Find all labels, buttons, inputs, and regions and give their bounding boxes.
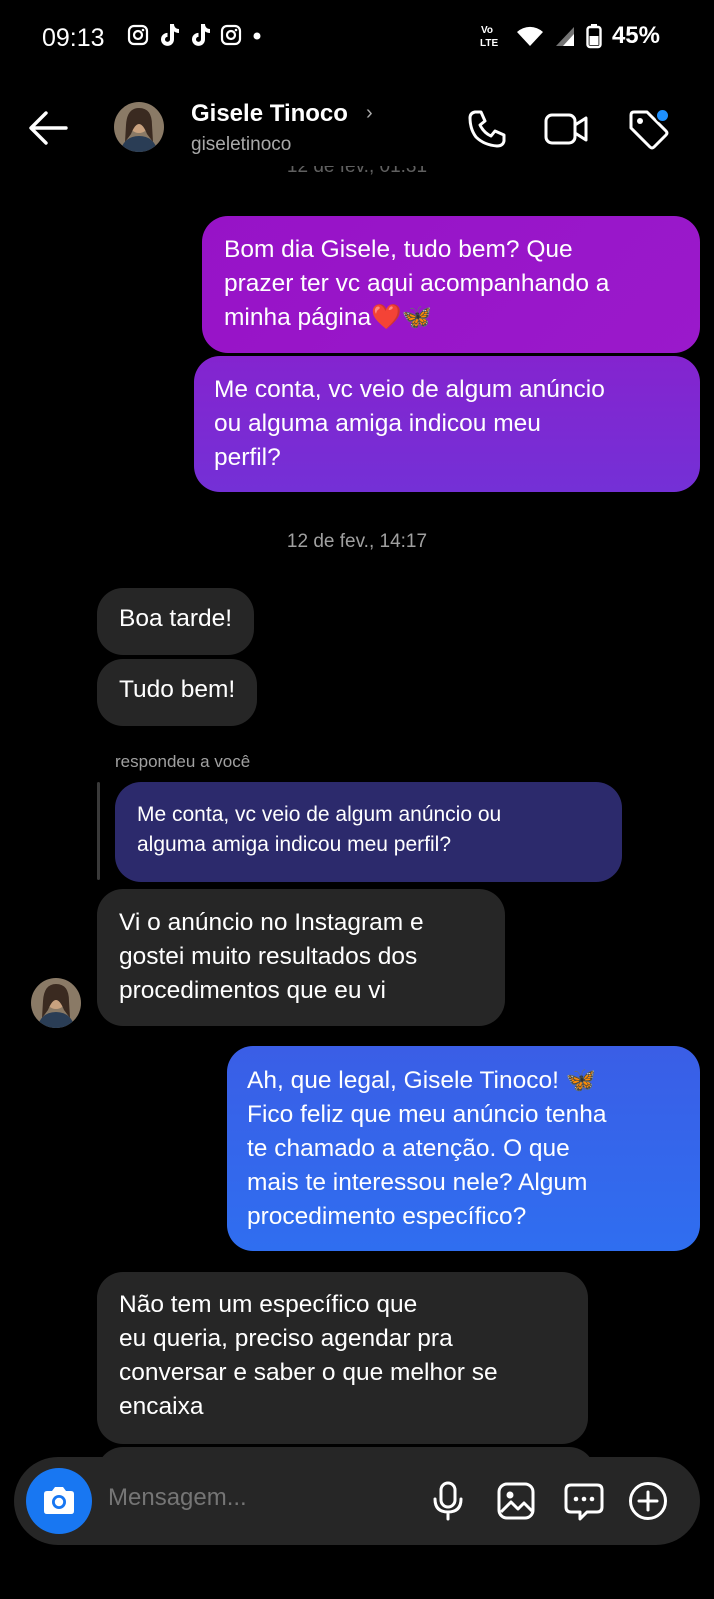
message-line: eu queria, preciso agendar pra xyxy=(119,1325,453,1352)
instagram-icon xyxy=(220,24,242,46)
message-line: Ah, que legal, Gisele Tinoco! 🦋 xyxy=(247,1067,597,1094)
status-right: Vo LTE 45% xyxy=(480,22,660,50)
message-line: mais te interessou nele? Algum xyxy=(247,1169,588,1196)
message-line: gostei muito resultados dos xyxy=(119,943,418,970)
message-line: procedimentos que eu vi xyxy=(119,977,386,1004)
wifi-icon xyxy=(516,26,543,46)
message-line: encaixa xyxy=(119,1393,204,1420)
message-line: Me conta, vc veio de algum anúncio xyxy=(214,376,605,403)
notification-dot xyxy=(655,108,670,123)
chat-header: Gisele Tinoco › giseletinoco xyxy=(0,86,714,172)
arrow-left-icon xyxy=(29,111,68,145)
message-line: prazer ter vc aqui acompanhando a xyxy=(224,270,610,297)
timestamp: 12 de fev., 14:17 xyxy=(286,531,428,552)
microphone-button[interactable] xyxy=(426,1479,470,1523)
message-line: Vi o anúncio no Instagram e xyxy=(119,909,424,936)
image-icon xyxy=(497,1482,535,1520)
tiktok-icon xyxy=(192,24,210,46)
message-input[interactable] xyxy=(106,1483,410,1513)
status-bar: 09:13 Vo LTE 45% xyxy=(0,0,714,80)
svg-text:Vo: Vo xyxy=(481,25,493,36)
incoming-message[interactable]: Boa tarde! xyxy=(97,588,255,655)
message-line: Boa tarde! xyxy=(119,605,233,632)
video-icon xyxy=(544,113,588,145)
sticker-chat-icon xyxy=(564,1483,604,1521)
contact-handle[interactable]: giseletinoco xyxy=(191,134,291,156)
replied-label: respondeu a você xyxy=(115,752,251,771)
microphone-icon xyxy=(433,1481,463,1521)
outgoing-message[interactable]: Bom dia Gisele, tudo bem? Que prazer ter… xyxy=(202,216,700,353)
sticker-button[interactable] xyxy=(562,1479,606,1523)
message-line: minha página❤️🦋 xyxy=(224,304,433,331)
back-button[interactable] xyxy=(26,108,70,148)
outgoing-message[interactable]: Me conta, vc veio de algum anúncio ou al… xyxy=(194,356,700,492)
quoted-line: alguma amiga indicou meu perfil? xyxy=(137,833,452,856)
signal-icon xyxy=(555,27,574,46)
message-line: procedimento específico? xyxy=(247,1203,527,1230)
message-line: Bom dia Gisele, tudo bem? Que xyxy=(224,236,573,263)
message-composer xyxy=(14,1457,700,1545)
instagram-icon xyxy=(127,24,149,46)
battery-percent: 45% xyxy=(611,22,660,49)
status-time: 09:13 xyxy=(42,24,105,52)
volte-icon: Vo LTE xyxy=(480,25,498,49)
label-button[interactable] xyxy=(624,106,672,152)
phone-icon xyxy=(468,110,506,148)
sender-avatar[interactable] xyxy=(31,978,81,1028)
incoming-message[interactable]: Tudo bem! xyxy=(97,659,258,726)
message-line: ou alguma amiga indicou meu xyxy=(214,410,541,437)
tiktok-icon xyxy=(161,24,179,46)
incoming-message[interactable]: Não tem um específico que eu queria, pre… xyxy=(97,1272,588,1444)
camera-icon xyxy=(44,1487,74,1514)
chevron-right-icon[interactable]: › xyxy=(366,102,373,125)
partial-timestamp: 12 de fev., 01:31 xyxy=(286,166,428,177)
more-button[interactable] xyxy=(626,1479,670,1523)
avatar[interactable] xyxy=(114,102,164,152)
message-line: te chamado a atenção. O que xyxy=(247,1135,570,1162)
message-line: perfil? xyxy=(214,444,281,471)
video-call-button[interactable] xyxy=(542,106,590,152)
battery-icon xyxy=(586,24,602,49)
quote-bar xyxy=(97,782,100,880)
outgoing-message[interactable]: Ah, que legal, Gisele Tinoco! 🦋 Fico fel… xyxy=(227,1046,700,1251)
message-line: Tudo bem! xyxy=(119,676,236,703)
message-line: Fico feliz que meu anúncio tenha xyxy=(247,1101,607,1128)
message-line: Não tem um específico que xyxy=(119,1291,418,1318)
contact-name[interactable]: Gisele Tinoco xyxy=(191,100,348,128)
voice-call-button[interactable] xyxy=(463,106,511,152)
svg-text:LTE: LTE xyxy=(480,38,498,49)
message-line: conversar e saber o que melhor se xyxy=(119,1359,498,1386)
dot-icon xyxy=(253,32,261,40)
gallery-button[interactable] xyxy=(494,1479,538,1523)
camera-button[interactable] xyxy=(26,1468,92,1534)
plus-icon xyxy=(629,1482,667,1520)
quoted-line: Me conta, vc veio de algum anúncio ou xyxy=(137,803,502,826)
incoming-message[interactable]: Vi o anúncio no Instagram e gostei muito… xyxy=(97,889,505,1026)
quoted-message[interactable]: Me conta, vc veio de algum anúncio ou al… xyxy=(115,782,622,882)
notification-icons xyxy=(126,22,264,48)
